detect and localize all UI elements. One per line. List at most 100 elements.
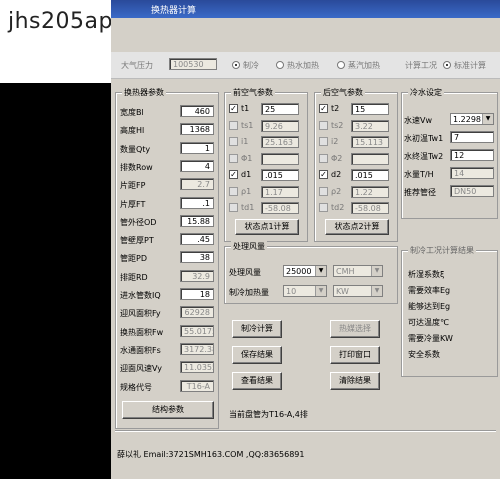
exchanger-input-3[interactable]: 4	[180, 159, 214, 172]
water-speed-select[interactable]: 1.2298 ▼	[450, 113, 494, 125]
exchanger-label-10: 进水管数IQ	[120, 291, 161, 300]
exchanger-label-4: 片距FP	[120, 181, 146, 191]
exchanger-input-1[interactable]: 1368	[180, 123, 214, 136]
condition-radio[interactable]	[443, 61, 451, 69]
flow-unit-select[interactable]: CMH ▼	[333, 265, 383, 277]
exchanger-label-7: 管壁厚PT	[120, 236, 154, 246]
flow-select[interactable]: 25000 ▼	[283, 265, 327, 277]
result-label-4: 需要冷量KW	[408, 334, 453, 343]
air_before-input-5[interactable]: 1.17	[261, 185, 299, 198]
air_before-checkbox-2[interactable]	[229, 137, 238, 146]
exchanger-input-10[interactable]: 18	[180, 288, 214, 300]
mode-radio-2[interactable]	[337, 61, 345, 69]
exchanger-input-9[interactable]: 32.9	[180, 269, 214, 282]
water-label-2: 水终温Tw2	[404, 152, 444, 161]
air_after-input-3[interactable]	[351, 152, 389, 165]
pressure-input[interactable]: 100530	[169, 58, 217, 70]
clear-results-button[interactable]: 清除结果	[330, 372, 380, 390]
save-results-button[interactable]: 保存结果	[232, 346, 282, 364]
result-label-3: 可达温度℃	[408, 318, 449, 327]
air_after-checkbox-4[interactable]: ✓	[319, 170, 328, 179]
exchanger-input-4[interactable]: 2.7	[180, 178, 214, 191]
water-input-3[interactable]: 14	[450, 167, 494, 179]
state2-calc-button[interactable]: 状态点2计算	[325, 219, 389, 235]
exchanger-label-5: 片厚FT	[120, 199, 146, 209]
exchanger-input-8[interactable]: 38	[180, 251, 214, 264]
exchanger-input-14[interactable]: 11.0355	[180, 361, 214, 374]
air_after-input-6[interactable]: -58.08	[351, 202, 389, 214]
structure-params-button[interactable]: 结构参数	[122, 401, 214, 419]
heat-unit-select[interactable]: KW ▼	[333, 285, 383, 297]
air_before-input-6[interactable]: -58.08	[261, 202, 299, 214]
mode-radio-0[interactable]	[232, 61, 240, 69]
print-window-button[interactable]: 打印窗口	[330, 346, 380, 364]
exchanger-label-8: 管距PD	[120, 254, 147, 264]
air_before-label-0: t1	[241, 104, 250, 113]
airflow-group: 处理风量 处理风量 25000 ▼ CMH ▼ 制冷加热量 10 ▼ KW ▼	[224, 241, 398, 304]
water-input-1[interactable]: 7	[450, 131, 494, 143]
exchanger-input-2[interactable]: 1	[180, 141, 214, 154]
air_before-input-1[interactable]: 9.26	[261, 119, 299, 132]
water-group: 冷水设定 水速Vw 1.2298 ▼ 水初温Tw1 7 水终温Tw2 12 水量T/H 14 推荐…	[401, 87, 498, 219]
exchanger-input-6[interactable]: 15.88	[180, 214, 214, 227]
air_before-checkbox-1[interactable]	[229, 120, 238, 130]
mode-radio-1[interactable]	[276, 61, 284, 69]
mode-label-0: 制冷	[243, 61, 259, 70]
medium-select-button[interactable]: 热媒选择	[330, 320, 380, 338]
air_before-checkbox-6[interactable]	[229, 203, 238, 212]
air_after-input-1[interactable]: 3.22	[351, 119, 389, 132]
exchanger-input-0[interactable]: 460	[180, 105, 214, 117]
exchanger-input-12[interactable]: 55.0175	[180, 324, 214, 337]
air_before-input-2[interactable]: 25.163	[261, 136, 299, 148]
status-message: 当前盘管为T16-A,4排	[229, 410, 308, 419]
footer-text: 薛以礼 Email:3721SMH163.COM ,QQ:83656891	[117, 450, 305, 459]
air_before-label-3: Φ1	[241, 153, 253, 163]
chevron-down-icon: ▼	[371, 286, 382, 296]
exchanger-label-12: 换热面积Fw	[120, 327, 164, 337]
chevron-down-icon: ▼	[371, 266, 382, 276]
chevron-down-icon: ▼	[482, 114, 493, 124]
air_before-checkbox-5[interactable]	[229, 186, 238, 196]
exchanger-group-title: 换热器参数	[122, 87, 166, 98]
heat-select[interactable]: 10 ▼	[283, 285, 327, 297]
air_after-label-6: td2	[331, 203, 345, 212]
state1-calc-button[interactable]: 状态点1计算	[235, 219, 299, 235]
air_after-input-2[interactable]: 15.113	[351, 136, 389, 148]
view-results-button[interactable]: 查看结果	[232, 372, 282, 390]
air_before-input-0[interactable]: 25	[261, 103, 299, 115]
air_after-input-4[interactable]: .015	[351, 169, 389, 181]
air_before-checkbox-4[interactable]: ✓	[229, 170, 238, 179]
condition-option: 标准计算	[454, 61, 486, 70]
air_after-label-5: ρ2	[331, 186, 342, 196]
exchanger-label-0: 宽度Bl	[120, 108, 144, 117]
water-input-2[interactable]: 12	[450, 149, 494, 161]
air_after-checkbox-3[interactable]	[319, 153, 328, 163]
air_before-label-6: td1	[241, 203, 255, 212]
exchanger-input-7[interactable]: .45	[180, 233, 214, 246]
air_after-checkbox-0[interactable]: ✓	[319, 104, 328, 113]
top-settings-row: 大气压力 100530 制冷 热水加热 蒸汽加热 计算工况 标准计算	[111, 52, 500, 79]
exchanger-input-15[interactable]: T16-A	[180, 379, 214, 392]
exchanger-input-11[interactable]: 62928	[180, 306, 214, 319]
airflow-group-title: 处理风量	[231, 241, 267, 252]
air_after-checkbox-1[interactable]	[319, 120, 328, 130]
air-before-group: 前空气参数 ✓ t1 25 ts1 9.26 i1 25.163 Φ1 ✓ d1.015 ρ1 1.1…	[224, 87, 308, 242]
air_after-label-3: Φ2	[331, 153, 343, 163]
air_before-label-4: d1	[241, 170, 252, 179]
cooling-calc-button[interactable]: 制冷计算	[232, 320, 282, 338]
air_before-input-3[interactable]	[261, 152, 299, 165]
water-label-4: 推荐管径	[404, 188, 436, 197]
air_before-input-4[interactable]: .015	[261, 169, 299, 181]
exchanger-input-13[interactable]: 3172.38	[180, 342, 214, 355]
air_after-checkbox-2[interactable]	[319, 137, 328, 146]
results-group: 制冷工况计算结果 析湿系数ξ 需要效率Eg 能够达到Eg 可达温度℃ 需要冷量KW 安全系…	[401, 245, 498, 377]
air_before-checkbox-0[interactable]: ✓	[229, 104, 238, 113]
water-input-4[interactable]: DN50	[450, 185, 494, 197]
exchanger-input-5[interactable]: .1	[180, 196, 214, 209]
water-label-1: 水初温Tw1	[404, 134, 444, 143]
air_after-checkbox-6[interactable]	[319, 203, 328, 212]
air_after-input-5[interactable]: 1.22	[351, 185, 389, 198]
air_after-input-0[interactable]: 15	[351, 103, 389, 115]
air_before-checkbox-3[interactable]	[229, 153, 238, 163]
air_after-checkbox-5[interactable]	[319, 186, 328, 196]
